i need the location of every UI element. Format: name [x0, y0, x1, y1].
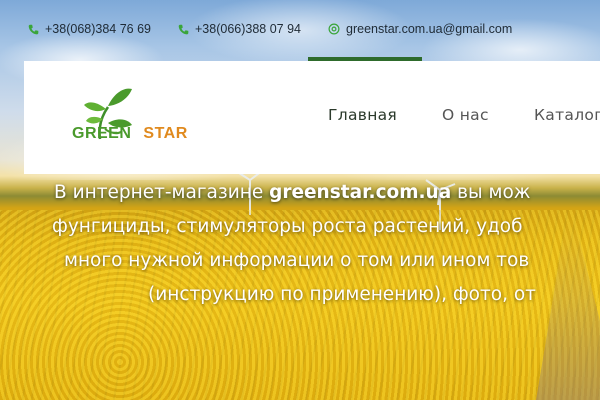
intro-line-1: В интернет-магазине greenstar.com.ua вы …	[54, 182, 530, 203]
email-icon	[328, 23, 340, 35]
intro-line-3: много нужной информации о том или ином т…	[64, 250, 530, 271]
sprout-icon	[84, 88, 132, 140]
email-contact[interactable]: greenstar.com.ua@gmail.com	[328, 22, 512, 36]
flower-field	[0, 210, 600, 400]
phone-icon	[178, 24, 189, 35]
intro-line-2: фунгициды, стимуляторы роста растений, у…	[52, 216, 523, 237]
email-address: greenstar.com.ua@gmail.com	[346, 22, 513, 36]
site-name-highlight: greenstar.com.ua	[269, 182, 452, 203]
logo-text-star: STAR	[143, 125, 188, 142]
greenstar-logo[interactable]: GREEN STAR	[48, 79, 188, 159]
nav-item-home[interactable]: Главная	[328, 106, 397, 124]
logo-text-green: GREEN	[72, 125, 132, 142]
intro-line-4: (инструкцию по применению), фото, от	[148, 284, 536, 305]
phone-number-1: +38(068)384 76 69	[45, 22, 151, 36]
nav-item-about[interactable]: О нас	[442, 106, 489, 124]
intro-line-1-prefix: В интернет-магазине	[54, 182, 270, 203]
phone-contact-2[interactable]: +38(066)388 07 94	[178, 22, 301, 36]
phone-icon	[28, 24, 39, 35]
top-contact-bar: +38(068)384 76 69 +38(066)388 07 94 gree…	[0, 0, 600, 60]
phone-number-2: +38(066)388 07 94	[195, 22, 301, 36]
site-header: GREEN STAR Главная О нас Каталог	[24, 61, 600, 174]
nav-item-catalog[interactable]: Каталог	[534, 106, 600, 124]
logo-text: GREEN STAR	[72, 125, 188, 143]
intro-line-1-suffix: вы мож	[451, 182, 531, 203]
phone-contact-1[interactable]: +38(068)384 76 69	[28, 22, 151, 36]
